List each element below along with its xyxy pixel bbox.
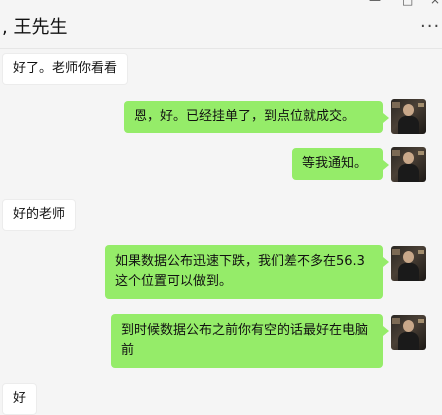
incoming-message[interactable]: 好的老师	[2, 199, 77, 231]
avatar-lamp	[418, 151, 424, 155]
bubble-tail	[383, 113, 389, 123]
avatar-screen	[392, 102, 400, 108]
more-options-button[interactable]: ···	[420, 16, 440, 37]
avatar-body	[398, 116, 419, 134]
avatar-lamp	[418, 319, 424, 323]
avatar-head	[403, 152, 414, 164]
minimize-icon[interactable]: —	[369, 0, 381, 6]
avatar[interactable]	[391, 147, 426, 182]
avatar-body	[398, 263, 419, 281]
avatar-body	[398, 332, 419, 350]
avatar-lamp	[418, 250, 424, 254]
maximize-icon[interactable]: □	[402, 0, 413, 6]
outgoing-message[interactable]: 恩，好。已经挂单了，到点位就成交。	[124, 101, 389, 133]
message-text: 如果数据公布迅速下跌，我们差不多在56.3这个位置可以做到。	[115, 254, 365, 289]
outgoing-message[interactable]: 到时候数据公布之前你有空的话最好在电脑前	[111, 314, 389, 368]
avatar-screen	[392, 318, 400, 324]
outgoing-message[interactable]: 如果数据公布迅速下跌，我们差不多在56.3这个位置可以做到。	[105, 245, 389, 299]
close-icon[interactable]: ×	[430, 0, 440, 6]
avatar-head	[403, 320, 414, 332]
bubble-tail	[383, 326, 389, 336]
avatar[interactable]	[391, 246, 426, 281]
avatar[interactable]	[391, 99, 426, 134]
message-text: 等我通知。	[302, 156, 368, 171]
pin-icon[interactable]: ˄	[332, 0, 338, 6]
avatar-screen	[392, 249, 400, 255]
avatar[interactable]	[391, 315, 426, 350]
bubble-tail	[383, 257, 389, 267]
message-text: 好的老师	[13, 207, 66, 222]
avatar-head	[403, 104, 414, 116]
message-text: 好	[13, 391, 27, 406]
avatar-lamp	[418, 103, 424, 107]
message-text: 好了。老师你看看	[13, 61, 118, 76]
avatar-screen	[392, 150, 400, 156]
incoming-message[interactable]: 好了。老师你看看	[2, 53, 129, 85]
avatar-head	[403, 251, 414, 263]
avatar-body	[398, 164, 419, 182]
chat-header: ˄ — □ × , 王先生 ···	[0, 0, 442, 49]
bubble-tail	[383, 160, 389, 170]
incoming-message[interactable]: 好	[2, 383, 38, 415]
message-text: 恩，好。已经挂单了，到点位就成交。	[134, 109, 356, 124]
chat-title: , 王先生	[2, 17, 68, 38]
outgoing-message[interactable]: 等我通知。	[292, 148, 389, 180]
message-text: 到时候数据公布之前你有空的话最好在电脑前	[121, 323, 369, 358]
